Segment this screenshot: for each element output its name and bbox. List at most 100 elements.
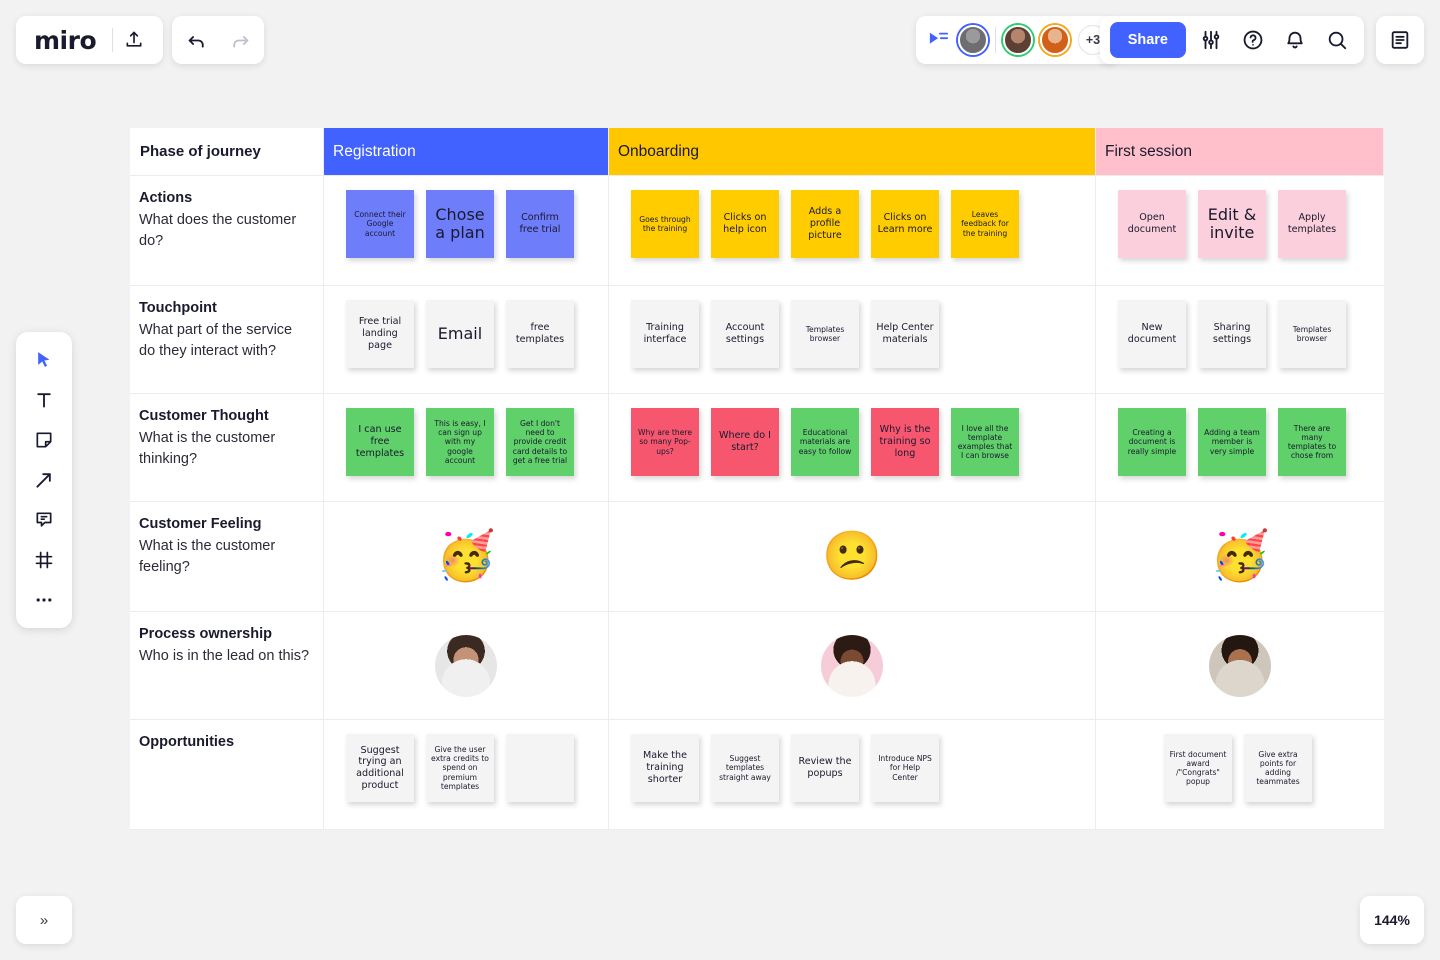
row-title: Customer Feeling [139, 516, 262, 532]
sticky-note[interactable]: Templates browser [791, 300, 859, 368]
sticky-note[interactable]: I can use free templates [346, 408, 414, 476]
sticky-note[interactable]: Edit & invite [1198, 190, 1266, 258]
sticky-note[interactable]: First document award /"Congrats" popup [1164, 734, 1232, 802]
sticky-note[interactable]: Clicks on help icon [711, 190, 779, 258]
sticky-note[interactable]: Templates browser [1278, 300, 1346, 368]
sticky-note[interactable]: Educational materials are easy to follow [791, 408, 859, 476]
journey-map-grid: Phase of journey Registration Onboarding Fi… [130, 128, 1384, 830]
collaborators-group: +3 [916, 16, 1118, 64]
owner-registration-photo[interactable] [435, 634, 497, 697]
sticky-note[interactable]: Adds a profile picture [791, 190, 859, 258]
avatar[interactable] [1040, 25, 1070, 55]
actions-group: Share [1099, 16, 1364, 64]
help-circle-icon[interactable] [1232, 19, 1274, 61]
sticky-note[interactable]: Where do I start? [711, 408, 779, 476]
sticky-note[interactable]: Confirm free trial [506, 190, 574, 258]
grid-cell: 🥳 [324, 502, 609, 612]
sticky-note[interactable]: Goes through the training [631, 190, 699, 258]
frame-tool[interactable] [24, 540, 64, 580]
sticky-note[interactable]: Creating a document is really simple [1118, 408, 1186, 476]
sticky-note[interactable]: Chose a plan [426, 190, 494, 258]
sticky-note[interactable]: I love all the template examples that I … [951, 408, 1019, 476]
grid-cell: Free trial landing page Email free templat… [324, 286, 609, 394]
avatar[interactable] [958, 25, 988, 55]
sticky-note[interactable]: Get I don't need to provide credit card … [506, 408, 574, 476]
phase-header-first-session[interactable]: First session [1096, 128, 1384, 176]
row-title: Customer Thought [139, 408, 269, 424]
comment-tool[interactable] [24, 500, 64, 540]
row-label-opportunities: Opportunities [130, 720, 324, 830]
sticky-note[interactable]: Suggest templates straight away [711, 734, 779, 802]
tool-palette [16, 332, 72, 628]
sticky-note[interactable]: Leaves feedback for the training [951, 190, 1019, 258]
sticky-note[interactable]: New document [1118, 300, 1186, 368]
sticky-note[interactable]: free templates [506, 300, 574, 368]
undo-redo-group [172, 16, 264, 64]
text-tool[interactable] [24, 380, 64, 420]
top-toolbar: miro +3 Share [0, 0, 1440, 80]
row-subtitle: What is the customer thinking? [139, 430, 276, 468]
row-subtitle: Who is in the lead on this? [139, 648, 310, 665]
upload-icon[interactable] [113, 19, 155, 61]
customer-feeling-emoji[interactable]: 🥳 [436, 532, 496, 581]
sticky-note[interactable]: There are many templates to chose from [1278, 408, 1346, 476]
select-tool[interactable] [24, 340, 64, 380]
collapse-panel-button[interactable]: » [16, 896, 72, 944]
sticky-note[interactable]: Training interface [631, 300, 699, 368]
row-label-customer-thought: Customer Thought What is the customer thi… [130, 394, 324, 502]
sliders-icon[interactable] [1190, 19, 1232, 61]
zoom-level-badge[interactable]: 144% [1360, 896, 1424, 944]
sticky-note[interactable]: Introduce NPS for Help Center [871, 734, 939, 802]
arrow-tool[interactable] [24, 460, 64, 500]
sticky-note[interactable]: Clicks on Learn more [871, 190, 939, 258]
sticky-note[interactable]: Account settings [711, 300, 779, 368]
owner-first-session-photo[interactable] [1209, 634, 1271, 697]
sticky-note[interactable]: Free trial landing page [346, 300, 414, 368]
phase-header-registration[interactable]: Registration [324, 128, 609, 176]
bell-icon[interactable] [1274, 19, 1316, 61]
grid-cell: Make the training shorter Suggest templat… [609, 720, 1096, 830]
more-tools[interactable] [24, 580, 64, 620]
sticky-note[interactable]: Open document [1118, 190, 1186, 258]
sticky-note[interactable]: Make the training shorter [631, 734, 699, 802]
board-corner-label: Phase of journey [130, 128, 324, 176]
sticky-note[interactable]: Give the user extra credits to spend on … [426, 734, 494, 802]
sticky-note[interactable]: Review the popups [791, 734, 859, 802]
sticky-note[interactable]: Adding a team member is very simple [1198, 408, 1266, 476]
sticky-note[interactable]: Connect their Google account [346, 190, 414, 258]
sticky-note[interactable]: Apply templates [1278, 190, 1346, 258]
grid-cell: 🥳 [1096, 502, 1384, 612]
customer-feeling-emoji[interactable]: 😕 [822, 532, 882, 581]
owner-onboarding-photo[interactable] [821, 634, 883, 697]
share-button[interactable]: Share [1109, 22, 1186, 58]
sticky-note[interactable]: Suggest trying an additional product [346, 734, 414, 802]
cursor-share-icon[interactable] [928, 30, 950, 50]
undo-icon[interactable] [176, 19, 218, 61]
sticky-note[interactable]: Why is the training so long [871, 408, 939, 476]
sticky-note[interactable]: Why are there so many Pop-ups? [631, 408, 699, 476]
sticky-note[interactable] [506, 734, 574, 802]
sticky-note[interactable]: Sharing settings [1198, 300, 1266, 368]
miro-logo[interactable]: miro [16, 28, 112, 53]
grid-cell: Creating a document is really simple Addi… [1096, 394, 1384, 502]
journey-map-board: Phase of journey Registration Onboarding Fi… [130, 128, 1384, 830]
document-panel-icon[interactable] [1379, 19, 1421, 61]
sticky-note[interactable]: Give extra points for adding teammates [1244, 734, 1312, 802]
sticky-note[interactable]: This is easy, I can sign up with my goog… [426, 408, 494, 476]
redo-icon[interactable] [218, 19, 260, 61]
logo-upload-group: miro [16, 16, 164, 64]
sticky-note[interactable]: Help Center materials [871, 300, 939, 368]
phase-header-onboarding[interactable]: Onboarding [609, 128, 1096, 176]
notes-panel-group [1376, 16, 1424, 64]
customer-feeling-emoji[interactable]: 🥳 [1210, 532, 1270, 581]
grid-cell: Why are there so many Pop-ups? Where do I… [609, 394, 1096, 502]
grid-cell: Suggest trying an additional product Give… [324, 720, 609, 830]
divider [995, 27, 996, 53]
sticky-note-tool[interactable] [24, 420, 64, 460]
avatar[interactable] [1003, 25, 1033, 55]
grid-cell: Training interface Account settings Templa… [609, 286, 1096, 394]
row-label-process-ownership: Process ownership Who is in the lead on t… [130, 612, 324, 720]
search-icon[interactable] [1316, 19, 1358, 61]
grid-cell [609, 612, 1096, 720]
sticky-note[interactable]: Email [426, 300, 494, 368]
